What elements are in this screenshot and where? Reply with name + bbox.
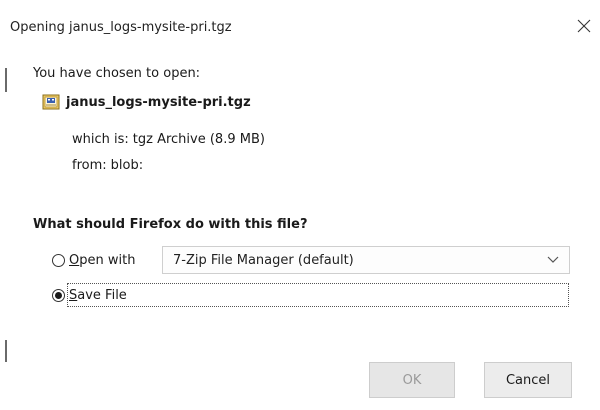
chevron-down-icon (543, 250, 563, 270)
save-file-radio-row[interactable]: Save File (52, 288, 127, 303)
from-label: from: (72, 158, 107, 173)
from-line: from: blob: (72, 158, 143, 173)
file-name: janus_logs-mysite-pri.tgz (66, 94, 251, 110)
open-with-mnemonic: O (69, 253, 80, 268)
open-with-app-value: 7-Zip File Manager (default) (173, 252, 354, 268)
open-with-radio-row[interactable]: Open with (52, 253, 135, 268)
file-row: janus_logs-mysite-pri.tgz (42, 94, 251, 110)
open-with-label-rest: pen with (79, 253, 136, 268)
action-question: What should Firefox do with this file? (33, 217, 308, 232)
download-dialog: Opening janus_logs-mysite-pri.tgz You ha… (0, 0, 600, 410)
title-bar: Opening janus_logs-mysite-pri.tgz (0, 0, 600, 40)
save-file-focus-outline (67, 283, 569, 307)
open-with-radio[interactable] (52, 254, 65, 267)
which-is-value: tgz Archive (8.9 MB) (132, 132, 265, 147)
dialog-content: You have chosen to open: janus_logs-mysi… (0, 40, 600, 410)
which-is-label: which is: (72, 132, 129, 147)
which-is-line: which is: tgz Archive (8.9 MB) (72, 132, 265, 147)
archive-file-icon (42, 94, 60, 110)
close-icon (577, 19, 591, 33)
save-file-label[interactable]: Save File (69, 288, 127, 303)
from-value: blob: (110, 158, 144, 173)
window-title: Opening janus_logs-mysite-pri.tgz (10, 20, 232, 35)
open-with-label[interactable]: Open with (69, 253, 135, 268)
save-file-label-rest: ave File (77, 288, 127, 303)
close-button[interactable] (570, 14, 598, 38)
save-file-radio[interactable] (52, 289, 65, 302)
open-with-app-select[interactable]: 7-Zip File Manager (default) (162, 246, 570, 274)
chosen-label: You have chosen to open: (33, 66, 201, 81)
ok-button[interactable]: OK (369, 362, 455, 398)
cancel-button[interactable]: Cancel (484, 362, 572, 398)
